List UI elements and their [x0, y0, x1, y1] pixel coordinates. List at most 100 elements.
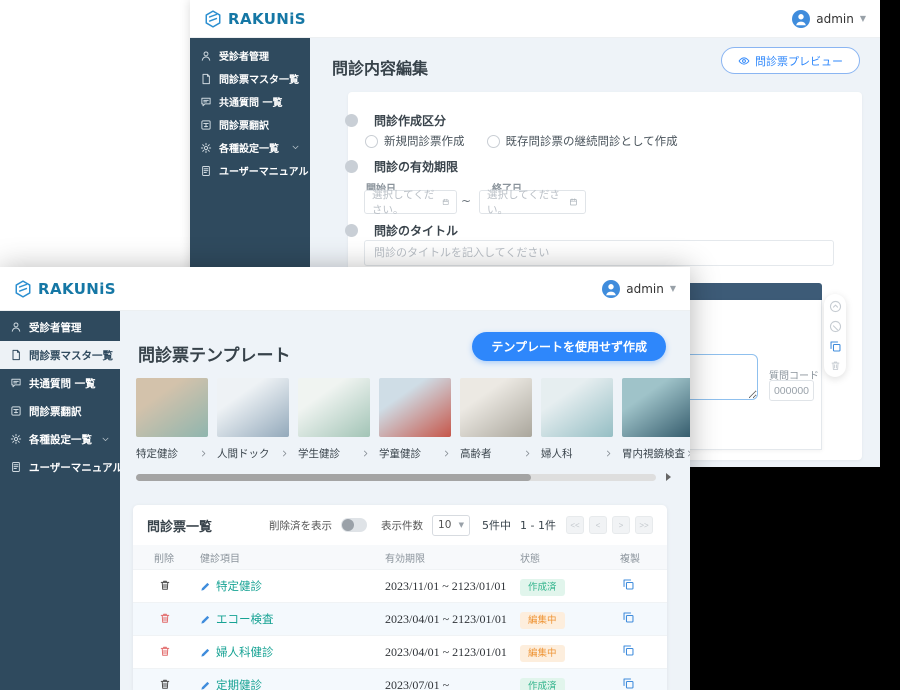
template-card[interactable]: 特定健診: [136, 378, 208, 474]
date-range-separator: ~: [461, 194, 471, 208]
logo-mark-icon: [204, 10, 222, 28]
sidebar-item-label: 各種設定一覧: [29, 432, 92, 447]
carousel-scroll-right-arrow[interactable]: [666, 473, 671, 481]
user-menu[interactable]: admin ▼: [602, 280, 676, 298]
exam-item-link[interactable]: 定期健診: [187, 677, 372, 690]
sidebar-item[interactable]: 各種設定一覧: [0, 425, 120, 453]
template-card[interactable]: 学童健診: [379, 378, 451, 474]
pagination-button[interactable]: <: [589, 516, 607, 534]
questionnaire-title-input[interactable]: [364, 240, 834, 266]
creation-type-options: 新規問診票作成 既存問診票の継続問診として作成: [365, 133, 678, 149]
pencil-icon: [200, 680, 211, 690]
chevron-right-icon: [280, 449, 289, 458]
sidebar-item[interactable]: 問診票翻訳: [0, 397, 120, 425]
chat-icon: [10, 377, 22, 389]
template-card[interactable]: 婦人科: [541, 378, 613, 474]
column-header: 状態: [507, 550, 607, 565]
template-card[interactable]: 学生健診: [298, 378, 370, 474]
toggle-knob: [342, 519, 354, 531]
radio-option[interactable]: 既存問診票の継続問診として作成: [487, 133, 678, 149]
move-down-icon[interactable]: [829, 320, 842, 333]
document-icon: [10, 349, 22, 361]
question-toolbar: [824, 294, 846, 377]
section-bullet: [345, 114, 358, 127]
create-without-template-button[interactable]: テンプレートを使用せず作成: [472, 332, 666, 361]
carousel-scrollbar-thumb[interactable]: [136, 474, 531, 481]
questionnaire-list-card: 問診票一覧 削除済を表示 表示件数 10 ▼ 5件中 1 - 1件 <<<>>>…: [133, 505, 667, 690]
template-photo: [379, 378, 451, 437]
chevron-right-icon: [685, 449, 690, 458]
chevron-down-icon: ▼: [459, 521, 464, 529]
copy-icon[interactable]: [622, 611, 635, 624]
exam-item-link[interactable]: 婦人科健診: [187, 644, 372, 660]
copy-icon[interactable]: [622, 578, 635, 591]
start-date-input[interactable]: 選択してください。: [364, 190, 457, 214]
sidebar-item[interactable]: 問診票翻訳: [190, 113, 310, 136]
show-deleted-label: 削除済を表示: [269, 518, 332, 533]
template-label: 人間ドック: [217, 446, 270, 461]
canvas-black-right: [880, 0, 900, 690]
sidebar-item[interactable]: 問診票マスタ一覧: [0, 341, 120, 369]
show-deleted-toggle[interactable]: [341, 518, 367, 532]
sidebar-item[interactable]: 受診者管理: [190, 44, 310, 67]
sidebar-item-label: 問診票マスタ一覧: [29, 348, 113, 363]
sidebar-item[interactable]: 共通質問 一覧: [190, 90, 310, 113]
copy-icon[interactable]: [622, 644, 635, 657]
table-row: 婦人科健診2023/04/01 ~ 2123/01/01編集中: [133, 635, 667, 668]
pagination-button[interactable]: >>: [635, 516, 653, 534]
page-title: 問診票テンプレート: [138, 341, 291, 366]
template-photo: [622, 378, 690, 437]
preview-button[interactable]: 問診票プレビュー: [721, 47, 860, 74]
sidebar-item[interactable]: 各種設定一覧: [190, 136, 310, 159]
page-size-select[interactable]: 10 ▼: [432, 515, 470, 536]
template-label: 高齢者: [460, 446, 492, 461]
template-label: 特定健診: [136, 446, 178, 461]
question-code-input[interactable]: [769, 380, 814, 401]
avatar: [602, 280, 620, 298]
table-body: 特定健診2023/11/01 ~ 2123/01/01作成済エコー検査2023/…: [133, 569, 667, 690]
status-badge: 編集中: [520, 612, 565, 629]
copy-icon[interactable]: [829, 340, 842, 353]
exam-item-link[interactable]: 特定健診: [187, 578, 372, 594]
user-icon: [200, 50, 212, 62]
pencil-icon: [200, 647, 211, 658]
table-header-row: 削除健診項目有効期限状態複製: [133, 545, 667, 569]
sidebar-item-label: 各種設定一覧: [219, 140, 279, 155]
template-photo: [298, 378, 370, 437]
carousel-scrollbar-track: [136, 474, 656, 481]
pagination: <<<>>>: [566, 516, 653, 534]
table-row: 特定健診2023/11/01 ~ 2123/01/01作成済: [133, 569, 667, 602]
trash-icon[interactable]: [159, 579, 171, 591]
template-label: 学童健診: [379, 446, 421, 461]
chevron-down-icon: [291, 143, 300, 152]
trash-icon[interactable]: [159, 678, 171, 690]
trash-icon[interactable]: [159, 645, 171, 657]
username: admin: [626, 282, 664, 296]
radio-option[interactable]: 新規問診票作成: [365, 133, 465, 149]
table-row: エコー検査2023/04/01 ~ 2123/01/01編集中: [133, 602, 667, 635]
template-card[interactable]: 高齢者: [460, 378, 532, 474]
sidebar-item[interactable]: 共通質問 一覧: [0, 369, 120, 397]
trash-icon[interactable]: [159, 612, 171, 624]
trash-icon[interactable]: [830, 360, 841, 371]
end-date-input[interactable]: 選択してください。: [479, 190, 586, 214]
template-card[interactable]: 胃内視鏡検査: [622, 378, 690, 474]
app-logo[interactable]: RAKUNiS: [204, 10, 306, 28]
exam-item-link[interactable]: エコー検査: [187, 611, 372, 627]
chat-icon: [200, 96, 212, 108]
template-photo: [217, 378, 289, 437]
sidebar-item[interactable]: 受診者管理: [0, 313, 120, 341]
sidebar-item[interactable]: 問診票マスタ一覧: [190, 67, 310, 90]
copy-icon[interactable]: [622, 677, 635, 690]
sidebar-item[interactable]: ユーザーマニュアル: [0, 453, 120, 481]
template-label: 学生健診: [298, 446, 340, 461]
move-up-icon[interactable]: [829, 300, 842, 313]
user-menu[interactable]: admin ▼: [792, 10, 866, 28]
sidebar-item[interactable]: ユーザーマニュアル: [190, 159, 310, 182]
chevron-right-icon: [361, 449, 370, 458]
pagination-button[interactable]: >: [612, 516, 630, 534]
template-card[interactable]: 人間ドック: [217, 378, 289, 474]
pagination-button[interactable]: <<: [566, 516, 584, 534]
app-logo[interactable]: RAKUNiS: [14, 280, 116, 298]
chevron-right-icon: [199, 449, 208, 458]
